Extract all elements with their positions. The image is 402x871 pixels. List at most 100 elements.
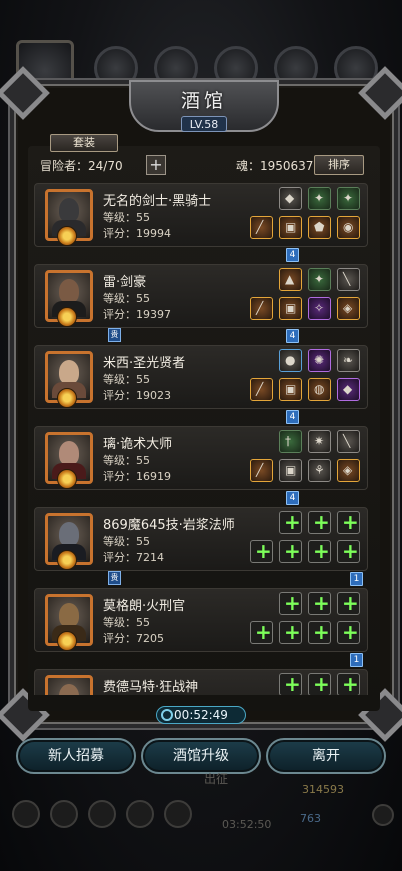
equipment-slots: † ✷ ╲ ╱ ▣ ⚘ ◈	[250, 430, 361, 490]
trinket-icon[interactable]: ◈	[337, 459, 360, 482]
hero-count-tag: 1	[350, 572, 363, 586]
dagger-icon[interactable]: †	[279, 430, 302, 453]
empty-slot-plus-icon[interactable]	[308, 621, 331, 644]
add-adventurer-slot-button[interactable]: +	[146, 155, 166, 175]
boots-icon[interactable]: ✦	[337, 187, 360, 210]
hero-card[interactable]: 费德马特·狂战神	[34, 669, 368, 695]
recruit-button[interactable]: 新人招募	[16, 738, 136, 774]
hero-score: 评分：7214	[103, 551, 164, 564]
noble-tag: 贵	[108, 328, 121, 342]
hero-list[interactable]: 无名的剑士·黑骑士 等级：55 评分：19994 ◆ ✦ ✦ ╱ ▣ ⬟ ◉ 4…	[34, 183, 368, 695]
hero-level: 等级：55	[103, 292, 150, 305]
shield-icon[interactable]: ⬟	[308, 216, 331, 239]
noble-tag: 贵	[108, 571, 121, 585]
empty-slot-plus-icon[interactable]	[337, 592, 360, 615]
hero-score: 评分：16919	[103, 470, 171, 483]
empty-slot-plus-icon[interactable]	[250, 621, 273, 644]
hero-star-gear-icon	[57, 226, 77, 246]
sword-icon[interactable]: ╱	[250, 459, 273, 482]
clock-icon	[161, 709, 173, 721]
empty-slot-plus-icon[interactable]	[308, 540, 331, 563]
sword-icon[interactable]: ╱	[250, 216, 273, 239]
potion-icon[interactable]: ◍	[308, 378, 331, 401]
gauntlet-icon[interactable]: ✦	[308, 187, 331, 210]
empty-slot-plus-icon[interactable]	[337, 511, 360, 534]
bg-gem-value: 763	[300, 812, 321, 825]
hero-card[interactable]: 雷·剑豪 等级：55 评分：19397 ▲ ✦ ╲ ╱ ▣ ✧ ◈	[34, 264, 368, 328]
gauntlet-icon[interactable]: ✦	[308, 268, 331, 291]
empty-slot-plus-icon[interactable]	[279, 511, 302, 534]
blade-icon[interactable]: ╲	[337, 430, 360, 453]
empty-slot-plus-icon[interactable]	[308, 673, 331, 695]
sort-button[interactable]: 排序	[314, 155, 364, 175]
hero-card[interactable]: 莫格朗·火刑官 等级：55 评分：7205	[34, 588, 368, 652]
bg-menu-icon	[88, 800, 116, 828]
bg-deploy-label: 出征	[204, 772, 229, 786]
empty-slot-plus-icon[interactable]	[308, 511, 331, 534]
empty-slot-plus-icon[interactable]	[308, 592, 331, 615]
helmet-icon[interactable]: ◆	[279, 187, 302, 210]
hero-score: 评分：7205	[103, 632, 164, 645]
robe-icon[interactable]: ▣	[279, 378, 302, 401]
empty-slot-plus-icon[interactable]	[250, 540, 273, 563]
empty-slot-plus-icon[interactable]	[337, 673, 360, 695]
hero-star-gear-icon	[57, 469, 77, 489]
armor-icon[interactable]: ▣	[279, 297, 302, 320]
hero-star-gear-icon	[57, 307, 77, 327]
empty-slot-plus-icon[interactable]	[337, 540, 360, 563]
hero-name: 米西·圣光贤者	[103, 356, 186, 371]
bg-menu-icon	[126, 800, 154, 828]
feather-icon[interactable]: ❧	[337, 349, 360, 372]
equipment-slots	[269, 673, 361, 695]
bg-menu-icon	[50, 800, 78, 828]
outfit-button[interactable]: 套装	[50, 134, 118, 152]
hero-name: 费德马特·狂战神	[103, 680, 199, 695]
hero-score: 评分：19994	[103, 227, 171, 240]
hero-name: 869魔645技·岩浆法师	[103, 518, 235, 533]
empty-slot-plus-icon[interactable]	[279, 592, 302, 615]
hero-card[interactable]: 璃·诡术大师 等级：55 评分：16919 † ✷ ╲ ╱ ▣ ⚘ ◈	[34, 426, 368, 490]
hero-card[interactable]: 无名的剑士·黑骑士 等级：55 评分：19994 ◆ ✦ ✦ ╱ ▣ ⬟ ◉	[34, 183, 368, 247]
rune-icon[interactable]: ✺	[308, 349, 331, 372]
hero-name: 雷·剑豪	[103, 275, 147, 290]
claw-icon[interactable]: ⚘	[308, 459, 331, 482]
title-plate: 酒馆 LV.58	[129, 80, 279, 132]
leave-button[interactable]: 离开	[266, 738, 386, 774]
empty-slot-plus-icon[interactable]	[279, 621, 302, 644]
ring-icon[interactable]: ◉	[337, 216, 360, 239]
amulet-icon[interactable]: ◈	[337, 297, 360, 320]
flame-icon[interactable]: ▲	[279, 268, 302, 291]
equipment-slots: ▲ ✦ ╲ ╱ ▣ ✧ ◈	[250, 268, 361, 328]
hero-count-tag: 4	[286, 491, 299, 505]
gem-icon[interactable]: ◆	[337, 378, 360, 401]
hero-card[interactable]: 米西·圣光贤者 等级：55 评分：19023 ● ✺ ❧ ╱ ▣ ◍ ◆	[34, 345, 368, 409]
hero-star-gear-icon	[57, 631, 77, 651]
orb-icon[interactable]: ●	[279, 349, 302, 372]
hero-card[interactable]: 869魔645技·岩浆法师 等级：55 评分：7214	[34, 507, 368, 571]
equipment-slots	[250, 511, 361, 571]
empty-slot-plus-icon[interactable]	[279, 673, 302, 695]
hero-portrait	[45, 675, 93, 695]
upgrade-tavern-button[interactable]: 酒馆升级	[141, 738, 261, 774]
game-screen: 0265 2420 19758 酒馆 LV.58 套装 冒险者：24/70 + …	[0, 0, 402, 871]
hero-star-gear-icon	[57, 550, 77, 570]
bg-menu-icon	[164, 800, 192, 828]
adventurer-count: 冒险者：24/70	[40, 159, 123, 173]
empty-slot-plus-icon[interactable]	[337, 621, 360, 644]
bg-bottom-timer: 03:52:50	[222, 818, 272, 831]
equipment-slots: ● ✺ ❧ ╱ ▣ ◍ ◆	[250, 349, 361, 409]
staff-icon[interactable]: ╱	[250, 378, 273, 401]
hero-count-tag: 1	[350, 653, 363, 667]
empty-slot-plus-icon[interactable]	[279, 540, 302, 563]
blade-icon[interactable]: ╲	[337, 268, 360, 291]
shuriken-icon[interactable]: ✷	[308, 430, 331, 453]
hero-level: 等级：55	[103, 616, 150, 629]
bg-gold-value: 314593	[302, 783, 344, 796]
hero-name: 无名的剑士·黑骑士	[103, 194, 212, 209]
armor-icon[interactable]: ▣	[279, 216, 302, 239]
hero-name: 璃·诡术大师	[103, 437, 173, 452]
sword-icon[interactable]: ╱	[250, 297, 273, 320]
equipment-slots: ◆ ✦ ✦ ╱ ▣ ⬟ ◉	[250, 187, 361, 247]
orb-icon[interactable]: ✧	[308, 297, 331, 320]
armor-icon[interactable]: ▣	[279, 459, 302, 482]
